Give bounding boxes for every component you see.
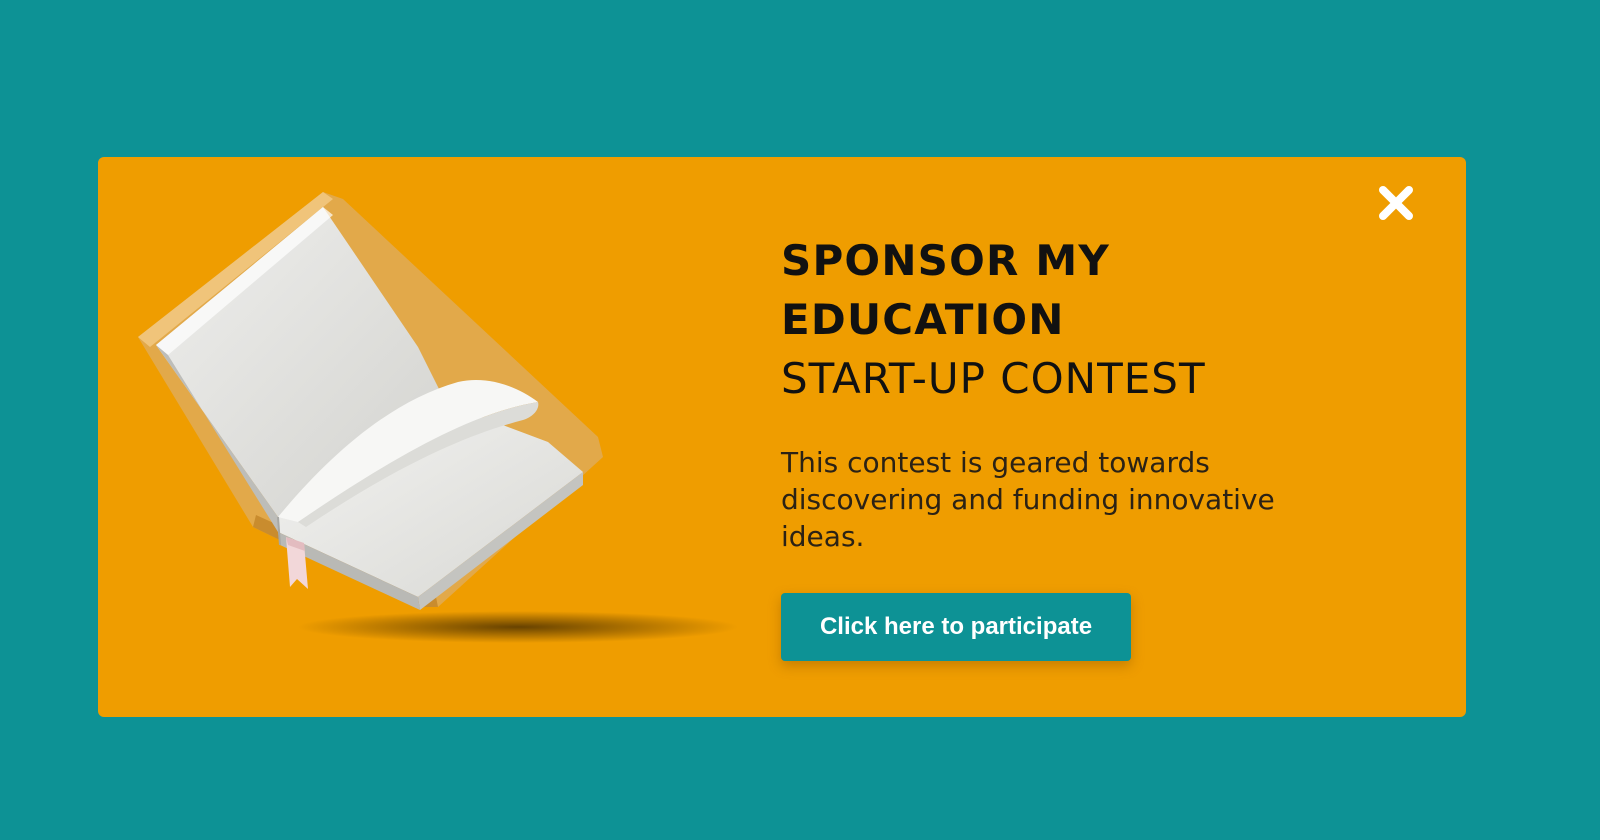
participate-button[interactable]: Click here to participate bbox=[781, 593, 1131, 661]
open-book-icon bbox=[138, 192, 738, 643]
popup-title: SPONSOR MY EDUCATION START-UP CONTEST bbox=[781, 231, 1401, 408]
close-button[interactable] bbox=[1374, 181, 1418, 225]
promo-popup: SPONSOR MY EDUCATION START-UP CONTEST Th… bbox=[98, 157, 1466, 717]
title-line-1: SPONSOR MY bbox=[781, 236, 1111, 285]
close-icon bbox=[1379, 186, 1413, 220]
book-illustration bbox=[128, 187, 748, 657]
title-line-3: START-UP CONTEST bbox=[781, 354, 1206, 403]
popup-content: SPONSOR MY EDUCATION START-UP CONTEST Th… bbox=[781, 231, 1401, 661]
title-line-2: EDUCATION bbox=[781, 295, 1065, 344]
popup-description: This contest is geared towards discoveri… bbox=[781, 446, 1275, 553]
